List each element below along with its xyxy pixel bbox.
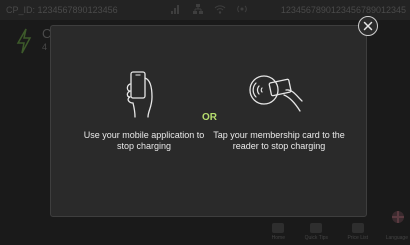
nav-language-label: Language [385,235,408,241]
membership-card-instruction: Tap your membership card to the reader t… [213,130,345,151]
wifi-icon [214,3,226,15]
nav-price-list-label: Price List [347,235,368,241]
nav-quick-tips-label: Quick Tips [304,235,328,241]
stop-charging-modal: Use your mobile application to stop char… [50,25,367,217]
close-icon [363,21,373,31]
tips-icon [310,223,323,233]
charging-bolt-icon [16,28,32,54]
flag-icon[interactable] [392,211,404,223]
serial-number: 1234567890123456789012345 [280,5,406,15]
nav-home-label: Home [271,235,285,241]
nfc-icon [236,3,248,15]
or-label: OR [202,112,217,123]
close-button[interactable] [358,16,378,36]
cp-id-label: CP_ID: 1234567890123456 [6,5,118,15]
network-icon [192,3,204,15]
price-list-icon [351,223,364,233]
home-icon [272,223,285,233]
status-bar: CP_ID: 1234567890123456 1234567890123456… [0,0,410,20]
nav-price-list[interactable]: Price List [347,223,368,241]
rfid-card-tap-icon [249,75,303,112]
signal-icon [170,3,182,15]
mobile-app-instruction: Use your mobile application to stop char… [83,130,205,151]
status-icons [170,3,248,15]
mobile-phone-hand-icon [126,71,153,118]
nav-quick-tips[interactable]: Quick Tips [305,223,328,241]
charger-subtitle: 4 [42,42,48,52]
nav-language[interactable]: Language [386,235,408,241]
nav-home[interactable]: Home [272,223,285,241]
